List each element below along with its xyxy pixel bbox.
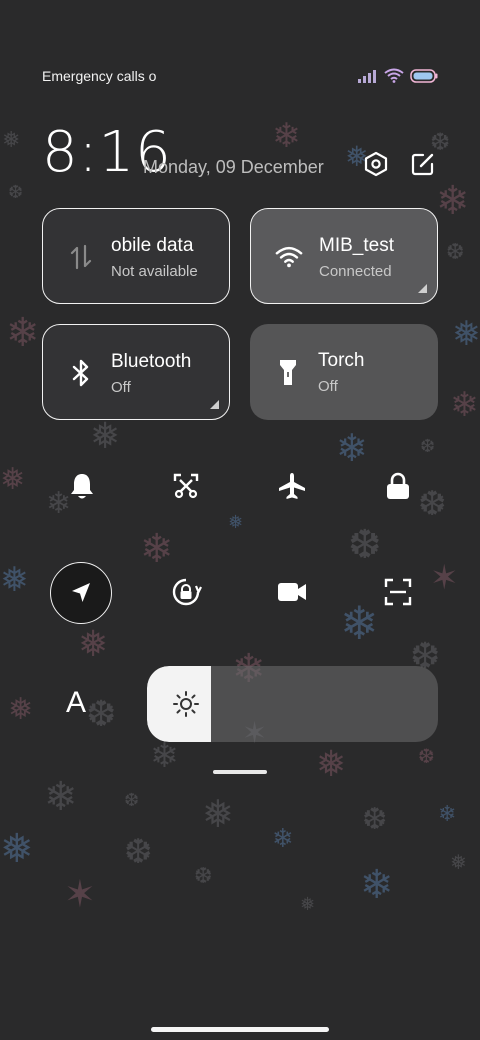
snowflake-icon: ✶	[64, 872, 96, 916]
tile-torch[interactable]: Torch Off	[250, 324, 438, 420]
snowflake-icon: ❅	[8, 692, 34, 727]
snowflake-icon: ❆	[124, 832, 153, 872]
tile-wifi-label: MIB_test	[319, 235, 394, 256]
snowflake-icon: ❆	[86, 694, 117, 735]
tile-bluetooth[interactable]: Bluetooth Off	[42, 324, 230, 420]
tile-mobile-data[interactable]: obile data Not available	[42, 208, 230, 304]
snowflake-icon: ❅	[2, 128, 21, 153]
snowflake-icon: ❅	[300, 894, 316, 915]
sun-icon	[172, 690, 200, 718]
video-camera-icon[interactable]	[260, 560, 324, 624]
location-arrow-icon[interactable]	[50, 562, 112, 624]
mobile-data-arrows-icon	[67, 243, 95, 271]
snowflake-icon: ❄	[438, 802, 457, 827]
snowflake-icon: ❄	[272, 116, 301, 156]
carrier-text: Emergency calls o	[42, 68, 157, 84]
expand-corner-icon[interactable]	[210, 400, 219, 409]
brightness-slider[interactable]	[147, 666, 438, 742]
panel-drag-handle[interactable]	[213, 770, 267, 774]
edit-icon[interactable]	[409, 150, 437, 178]
home-indicator[interactable]	[151, 1027, 329, 1032]
signal-bars-icon	[358, 69, 378, 88]
screenshot-scissors-icon[interactable]	[154, 454, 218, 518]
tile-mobile-data-label: obile data	[111, 235, 194, 256]
snowflake-icon: ❅	[90, 416, 121, 457]
snowflake-icon: ❆	[124, 790, 140, 811]
snowflake-icon: ✶	[430, 558, 459, 598]
tile-mobile-data-status: Not available	[111, 263, 198, 280]
snowflake-icon: ❆	[418, 744, 435, 768]
snowflake-icon: ❆	[8, 182, 24, 203]
snowflake-icon: ❅	[78, 624, 109, 665]
snowflake-icon: ❅	[228, 512, 244, 533]
bluetooth-icon	[67, 359, 95, 387]
snowflake-icon: ❄	[6, 310, 40, 356]
snowflake-icon: ❆	[362, 802, 388, 837]
wifi-icon	[384, 68, 404, 88]
snowflake-icon: ❄	[360, 862, 394, 908]
date-text: Monday, 09 December	[143, 157, 324, 177]
settings-hexagon-icon[interactable]	[362, 150, 390, 178]
snowflake-icon: ❄	[336, 426, 368, 470]
tile-torch-label: Torch	[318, 350, 365, 371]
snowflake-icon: ❅	[316, 744, 347, 785]
lock-icon[interactable]	[366, 454, 430, 518]
tile-bluetooth-label: Bluetooth	[111, 351, 192, 372]
snowflake-icon: ❄	[44, 774, 78, 820]
snowflake-icon: ❄	[272, 824, 294, 854]
snowflake-icon: ❄	[150, 736, 179, 776]
snowflake-icon: ❅	[452, 314, 480, 354]
snowflake-icon: ❆	[446, 240, 465, 265]
tile-bluetooth-status: Off	[111, 379, 131, 396]
scan-icon[interactable]	[366, 560, 430, 624]
airplane-icon[interactable]	[260, 454, 324, 518]
status-bar: Emergency calls o	[42, 66, 438, 88]
snowflake-icon: ❅	[0, 826, 34, 872]
snowflake-icon: ❆	[194, 864, 213, 889]
snowflake-icon: ❅	[202, 792, 234, 836]
snowflake-icon: ❄	[450, 385, 479, 425]
bell-icon[interactable]	[50, 454, 114, 518]
tile-wifi[interactable]: MIB_test Connected	[250, 208, 438, 304]
snowflake-icon: ❅	[0, 560, 29, 600]
expand-corner-icon[interactable]	[418, 284, 427, 293]
tile-wifi-status: Connected	[319, 263, 392, 280]
tile-torch-status: Off	[318, 378, 338, 395]
auto-brightness-button[interactable]: A	[66, 686, 86, 720]
battery-icon	[410, 68, 438, 88]
snowflake-icon: ❅	[450, 850, 467, 874]
torch-icon	[274, 358, 302, 386]
snowflake-icon: ❄	[436, 178, 470, 224]
rotation-lock-icon[interactable]	[154, 560, 218, 624]
snowflake-icon: ❅	[0, 462, 26, 497]
wifi-icon	[275, 243, 303, 271]
